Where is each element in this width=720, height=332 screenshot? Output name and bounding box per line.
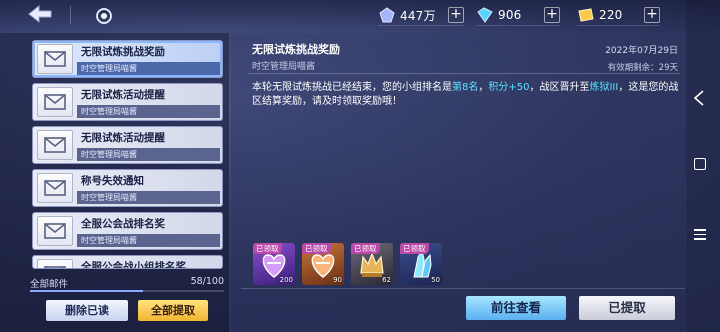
mail-item-title: 无限试炼活动提醒 xyxy=(81,89,165,101)
envelope-icon xyxy=(37,87,73,117)
gem-amount: 447万 xyxy=(400,8,436,23)
body-text: ，战区晋升至 xyxy=(529,82,590,93)
envelope-icon xyxy=(37,130,73,160)
mail-detail-sender: 时空管理局喵酱 xyxy=(252,62,316,72)
mail-detail-title: 无限试炼挑战奖励 xyxy=(252,43,340,56)
mail-item-title: 称号失效通知 xyxy=(81,175,144,187)
mail-item-title: 全服公会战排名奖 xyxy=(81,218,165,230)
mail-item-sender: 时空管理局喵酱 xyxy=(77,62,220,75)
claimed-button[interactable]: 已提取 xyxy=(579,296,675,320)
mail-capacity-fill xyxy=(30,290,143,292)
division-highlight: 炼狱III xyxy=(589,82,619,93)
envelope-icon xyxy=(37,44,73,74)
points-highlight: 积分+50 xyxy=(488,82,530,93)
crystal-currency: 906 + xyxy=(476,5,560,26)
claimed-tag: 已领取 xyxy=(351,243,380,254)
back-arrow-icon xyxy=(28,4,52,24)
topbar-divider xyxy=(70,6,71,24)
mail-item[interactable]: 称号失效通知 时空管理局喵酱 xyxy=(32,169,223,207)
crystal-amount: 906 xyxy=(498,8,522,22)
claim-all-button[interactable]: 全部提取 xyxy=(138,300,208,321)
claimed-tag: 已领取 xyxy=(302,243,331,254)
mail-item-sender: 时空管理局喵酱 xyxy=(77,148,220,161)
mail-item[interactable]: 全服公会战排名奖 时空管理局喵酱 xyxy=(32,212,223,250)
mail-detail-date: 2022年07月29日 xyxy=(605,46,678,56)
reward-qty: 200 xyxy=(279,276,293,284)
system-back-icon[interactable] xyxy=(692,89,706,107)
home-button[interactable] xyxy=(96,8,112,24)
claimed-tag: 已领取 xyxy=(253,243,282,254)
claimed-tag: 已领取 xyxy=(400,243,429,254)
goto-view-button[interactable]: 前往查看 xyxy=(466,296,566,320)
crystal-add-button[interactable]: + xyxy=(544,7,560,23)
mail-detail-expire: 有效期剩余：29天 xyxy=(607,63,678,73)
body-text: ， xyxy=(478,82,489,93)
gold-ticket-icon xyxy=(578,8,594,22)
reward-item[interactable]: 已领取 90 xyxy=(302,243,344,285)
envelope-icon xyxy=(37,173,73,203)
reward-qty: 62 xyxy=(382,276,391,284)
system-menu-icon[interactable] xyxy=(694,229,706,240)
gold-amount: 220 xyxy=(599,8,623,22)
mail-item-title: 无限试炼活动提醒 xyxy=(81,132,165,144)
mail-item-title: 无限试炼挑战奖励 xyxy=(81,46,165,58)
crystal-icon xyxy=(477,7,493,23)
mail-item[interactable]: 无限试炼挑战奖励 时空管理局喵酱 xyxy=(32,40,223,78)
envelope-icon xyxy=(37,259,73,268)
detail-separator xyxy=(248,73,680,74)
rank-highlight: 第8名 xyxy=(452,82,479,93)
mail-item-sender: 时空管理局喵酱 xyxy=(77,191,220,204)
mail-item-title: 全服公会战小组排名奖 xyxy=(81,261,186,269)
mail-item-sender: 时空管理局喵酱 xyxy=(77,234,220,247)
mail-item[interactable]: 无限试炼活动提醒 时空管理局喵酱 xyxy=(32,126,223,164)
envelope-icon xyxy=(37,216,73,246)
mail-count-label: 全部邮件 xyxy=(30,279,69,290)
back-button[interactable] xyxy=(26,3,54,25)
gem-add-button[interactable]: + xyxy=(448,7,464,23)
gold-currency: 220 + xyxy=(577,5,660,26)
system-home-icon[interactable] xyxy=(694,158,706,170)
reward-qty: 90 xyxy=(333,276,342,284)
reward-item[interactable]: 已领取 62 xyxy=(351,243,393,285)
mail-detail-body: 本轮无限试炼挑战已经结束，您的小组排名是第8名，积分+50，战区晋升至炼狱III… xyxy=(252,81,682,109)
gold-add-button[interactable]: + xyxy=(644,7,660,23)
mail-item[interactable]: 无限试炼活动提醒 时空管理局喵酱 xyxy=(32,83,223,121)
mail-count-value: 58/100 xyxy=(190,276,224,287)
mail-count-row: 全部邮件 58/100 xyxy=(30,276,224,290)
reward-qty: 50 xyxy=(431,276,440,284)
gem-icon xyxy=(379,7,395,23)
reward-item[interactable]: 已领取 200 xyxy=(253,243,295,285)
reward-item[interactable]: 已领取 50 xyxy=(400,243,442,285)
detail-footer-divider xyxy=(241,288,685,289)
mail-item[interactable]: 全服公会战小组排名奖 xyxy=(32,255,223,269)
body-text: 本轮无限试炼挑战已经结束，您的小组排名是 xyxy=(252,82,452,93)
mail-item-sender: 时空管理局喵酱 xyxy=(77,105,220,118)
gem-currency: 447万 + xyxy=(378,5,464,26)
delete-read-button[interactable]: 删除已读 xyxy=(46,300,128,321)
